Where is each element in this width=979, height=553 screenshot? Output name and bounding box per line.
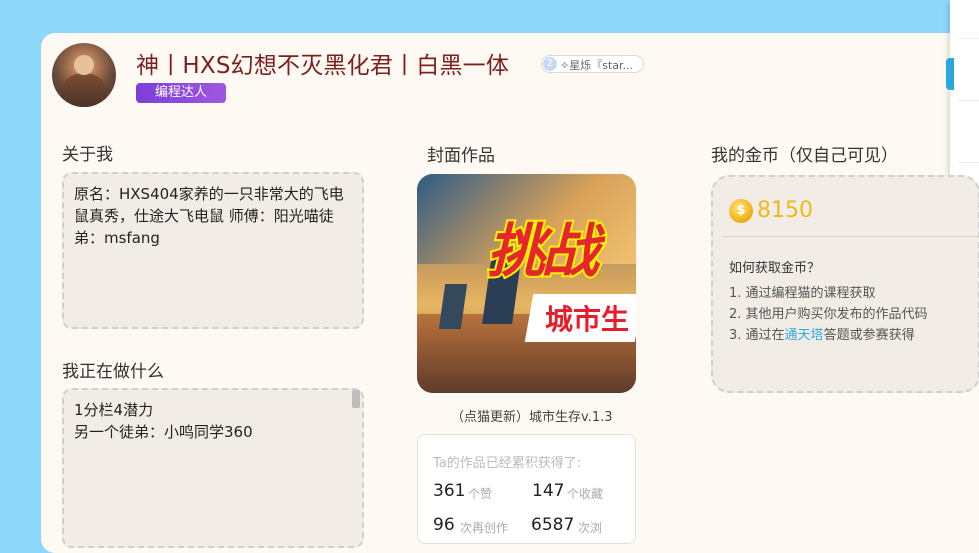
- avatar-head-shape: [74, 55, 94, 75]
- popup-divider: [958, 38, 979, 39]
- coin-method-3: 3. 通过在通天塔答题或参赛获得: [729, 324, 915, 343]
- stats-header: Ta的作品已经累积获得了:: [433, 456, 582, 471]
- role-tag: 编程达人: [136, 83, 226, 103]
- coin-icon: $: [729, 199, 753, 223]
- cover-caption[interactable]: （点猫更新）城市生存v.1.3: [451, 406, 613, 425]
- cover-work-image[interactable]: 挑战 城市生: [417, 174, 636, 393]
- coin-amount: 8150: [757, 198, 813, 223]
- popup-divider: [958, 100, 979, 101]
- cover-title: 封面作品: [427, 146, 495, 166]
- coin-method-3-prefix: 3. 通过在: [729, 328, 785, 343]
- avatar-body-shape: [62, 73, 106, 107]
- popup-divider: [958, 162, 979, 163]
- about-text: 原名：HXS404家养的一只非常大的飞电鼠真秀，仕途大飞电鼠 师傅：阳光喵徒弟：…: [74, 185, 344, 247]
- side-tab-button[interactable]: [946, 58, 954, 90]
- favorites-label: 个收藏: [567, 487, 604, 501]
- views-count: 6587: [531, 515, 575, 535]
- coins-title: 我的金币（仅自己可见）: [711, 146, 898, 166]
- doing-line-1: 1分栏4潜力: [74, 401, 154, 419]
- level-badge: 2: [543, 57, 557, 71]
- coin-method-2: 2. 其他用户购买你发布的作品代码: [729, 307, 928, 322]
- remixes-count: 96: [433, 515, 455, 535]
- favorites-count: 147: [532, 481, 565, 501]
- likes-label: 个赞: [468, 487, 493, 501]
- cover-headline: 挑战: [485, 215, 601, 287]
- profile-name: 神丨HXS幻想不灭黑化君丨白黑一体: [136, 53, 510, 79]
- doing-title: 我正在做什么: [62, 362, 164, 382]
- coin-how-title: 如何获取金币？: [729, 261, 821, 276]
- cover-subtitle: 城市生: [545, 303, 630, 336]
- follow-chip-label[interactable]: ✧星烁『star...: [560, 57, 640, 73]
- coin-method-3-suffix: 答题或参赛获得: [823, 328, 915, 343]
- coin-divider: [722, 236, 978, 237]
- doing-scrollbar[interactable]: [352, 390, 360, 408]
- coin-method-1: 1. 通过编程猫的课程获取: [729, 286, 876, 301]
- tongtianta-link[interactable]: 通天塔: [785, 328, 824, 343]
- doing-line-2: 另一个徒弟：小鸣同学360: [74, 423, 253, 441]
- about-title: 关于我: [62, 145, 113, 165]
- avatar[interactable]: [52, 43, 116, 107]
- likes-count: 361: [433, 481, 466, 501]
